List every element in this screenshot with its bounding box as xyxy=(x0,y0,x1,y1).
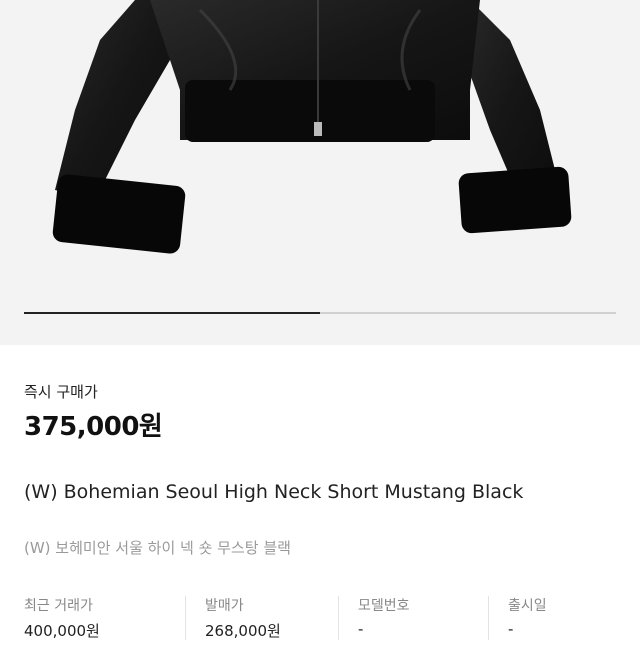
instant-buy-label: 즉시 구매가 xyxy=(24,383,98,401)
info-value: - xyxy=(358,620,364,638)
info-label: 출시일 xyxy=(508,598,547,614)
info-value: 400,000원 xyxy=(24,622,100,640)
product-info-row: 최근 거래가 400,000원 발매가 268,000원 모델번호 - 출시일 … xyxy=(0,590,640,650)
product-title: (W) Bohemian Seoul High Neck Short Musta… xyxy=(24,481,524,503)
info-value: - xyxy=(508,620,514,638)
divider xyxy=(488,596,489,640)
product-subtitle: (W) 보헤미안 서울 하이 넥 숏 무스탕 블랙 xyxy=(24,539,291,557)
product-image[interactable] xyxy=(0,0,640,345)
carousel-progress xyxy=(24,312,616,314)
divider xyxy=(338,596,339,640)
info-label: 발매가 xyxy=(205,598,244,614)
jacket-image xyxy=(52,0,572,254)
info-value: 268,000원 xyxy=(205,622,281,640)
instant-buy-price: 375,000원 xyxy=(24,412,163,442)
info-label: 모델번호 xyxy=(358,598,410,614)
info-label: 최근 거래가 xyxy=(24,598,93,614)
divider xyxy=(185,596,186,640)
carousel-progress-fill xyxy=(24,312,320,314)
